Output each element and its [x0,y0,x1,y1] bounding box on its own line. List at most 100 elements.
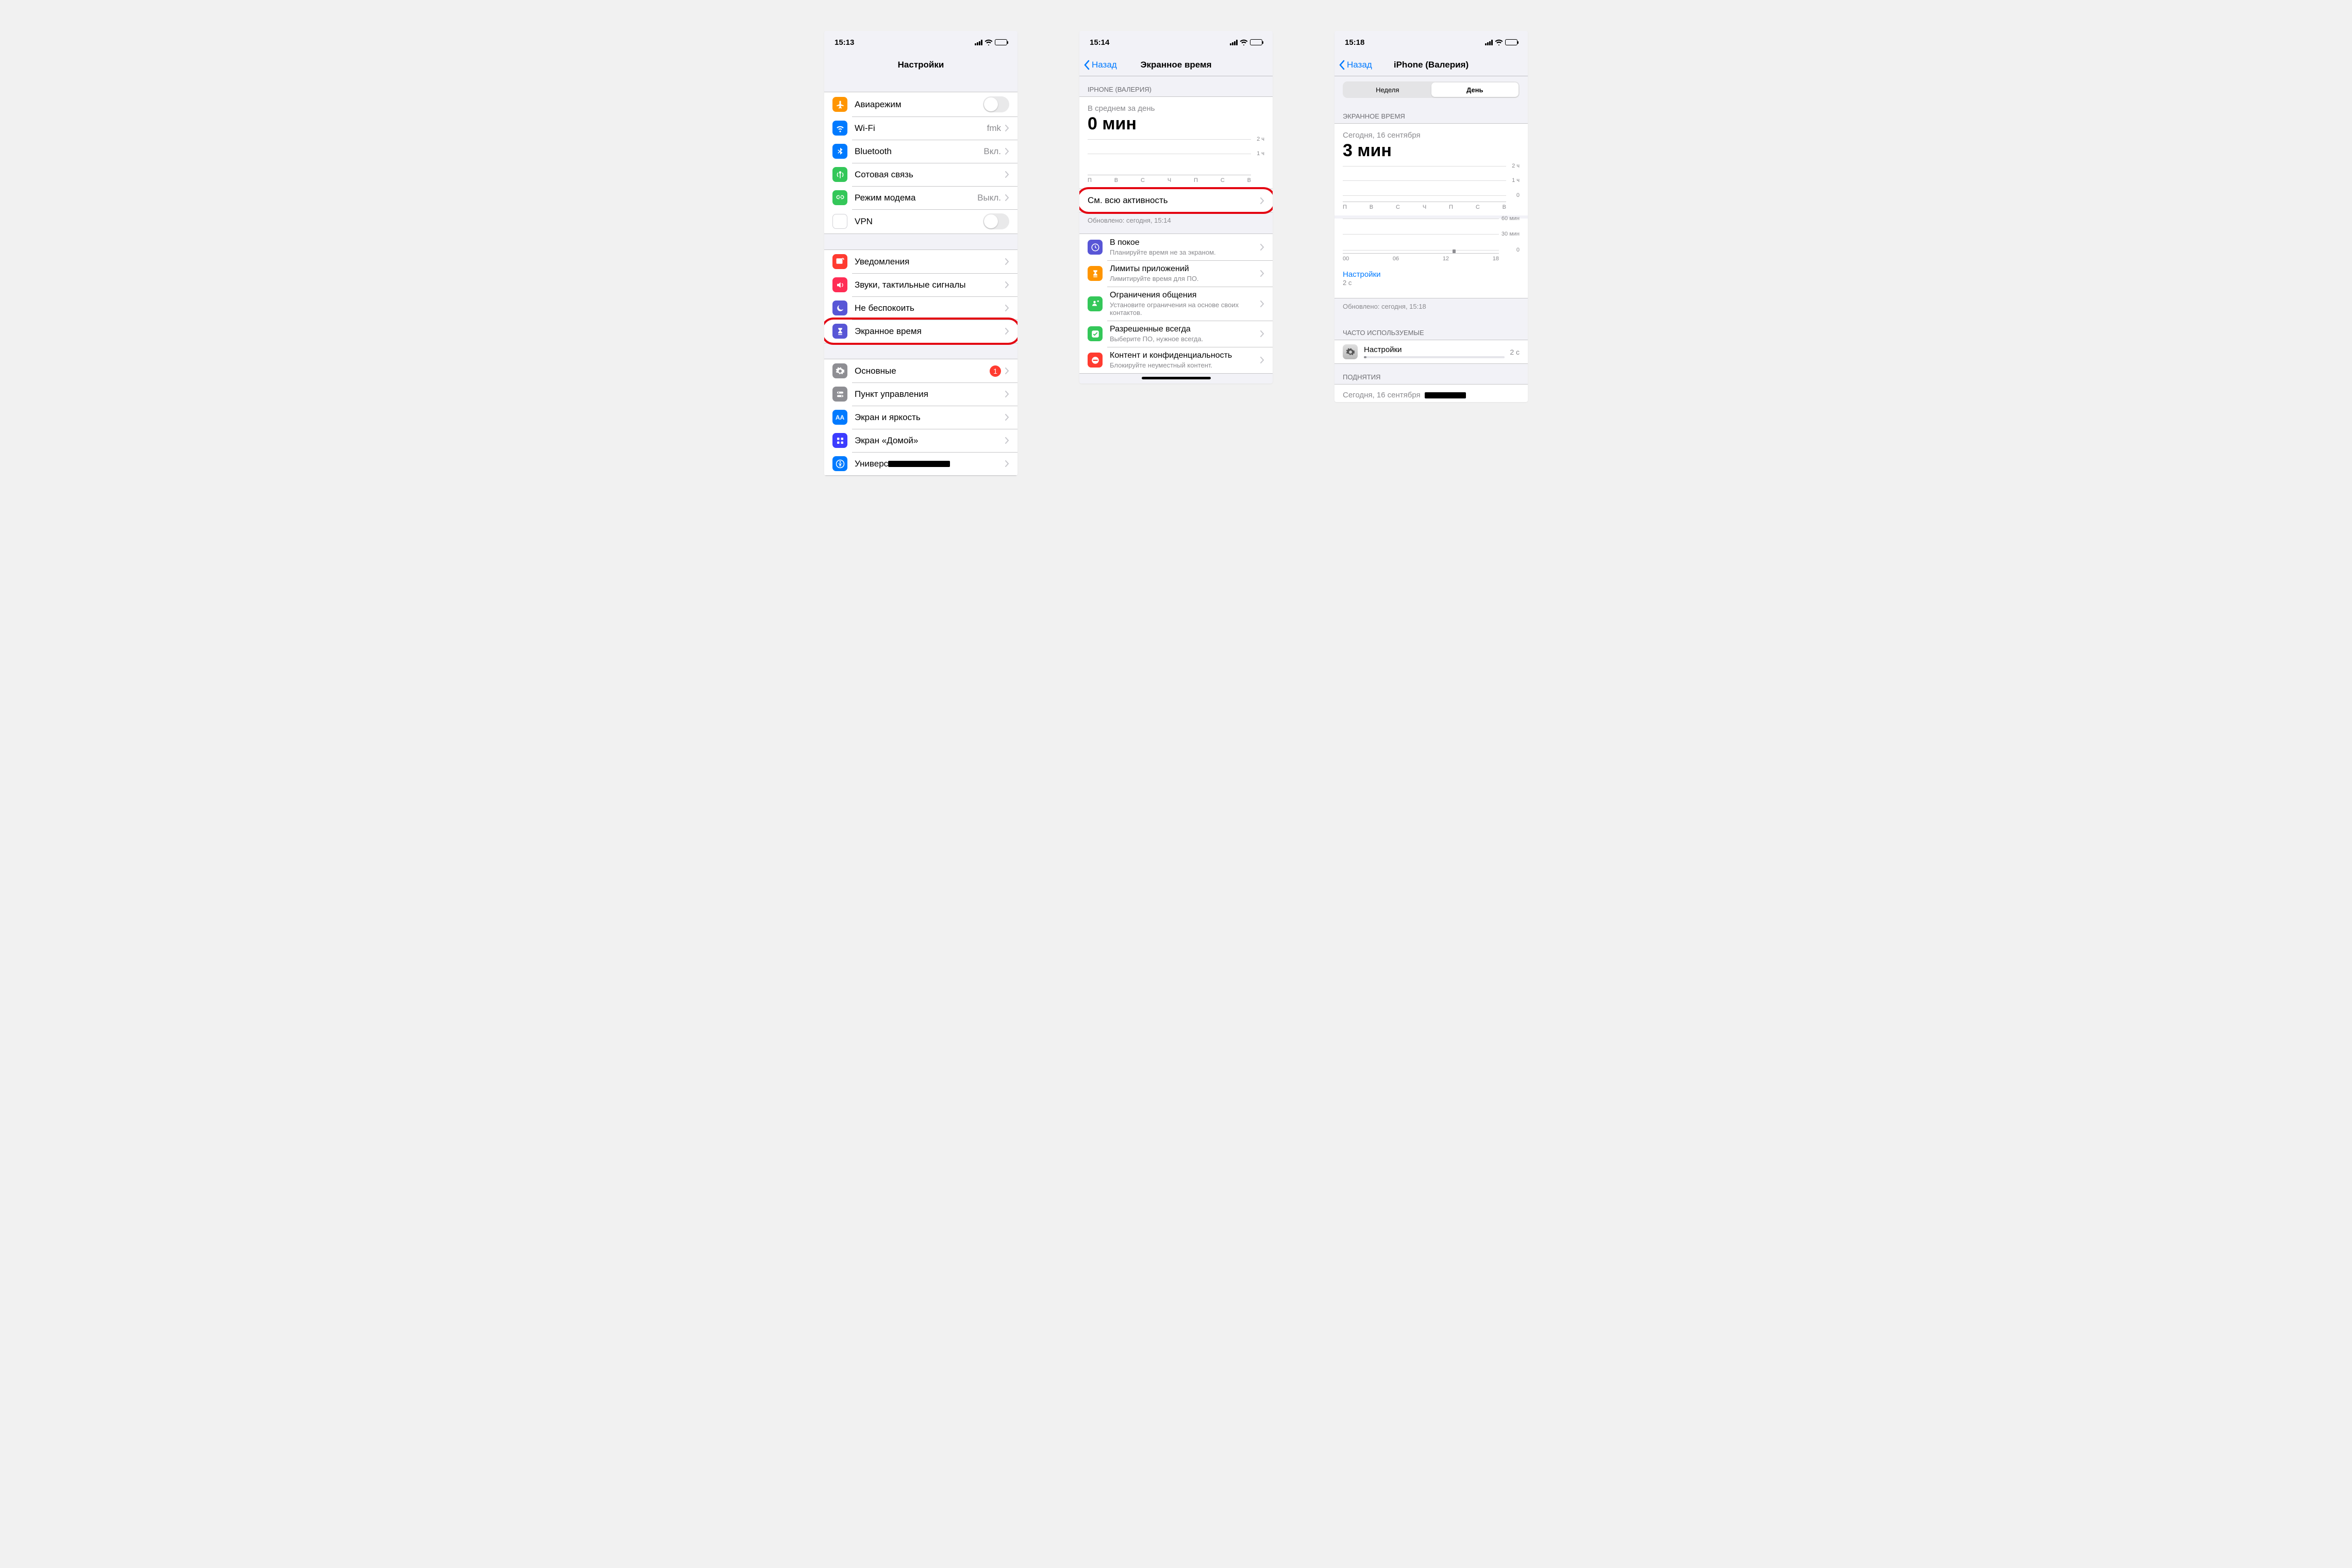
hour-label: 18 [1493,256,1499,262]
notification-badge: 1 [990,365,1001,377]
signal-icon [1485,40,1493,45]
row-label: Экран «Домой» [855,436,1005,446]
segmented-control[interactable]: Неделя День [1343,81,1520,98]
row-downtime[interactable]: В покое Планируйте время не за экраном. [1079,234,1273,260]
airplane-icon [832,97,847,112]
xlabel: П [1449,204,1453,210]
redaction-icon [888,461,950,467]
segment-day[interactable]: День [1431,82,1519,97]
row-sounds[interactable]: Звуки, тактильные сигналы [824,273,1017,296]
chevron-icon [1005,125,1009,131]
row-label: Режим модема [855,193,977,203]
row-detail: Вкл. [983,146,1001,157]
chevron-icon [1005,258,1009,265]
row-control-center[interactable]: Пункт управления [824,382,1017,406]
ylabel: 0 [1516,247,1520,253]
row-communication-limits[interactable]: Ограничения общения Установите ограничен… [1079,287,1273,321]
status-bar: 15:13 [824,31,1017,54]
row-label: Лимиты приложений [1110,264,1260,274]
clock-icon [1088,240,1103,255]
wifi-status-icon [985,39,993,45]
airplane-toggle[interactable] [983,96,1009,112]
vpn-toggle[interactable] [983,213,1009,229]
weekly-chart-detail: 2 ч 1 ч 0 П В С Ч П С В [1343,166,1520,210]
row-detail: Выкл. [977,193,1001,203]
battery-icon [1505,39,1517,45]
hour-label: 12 [1443,256,1449,262]
row-accessibility[interactable]: Универс [824,452,1017,475]
row-most-used-settings[interactable]: Настройки 2 с [1335,340,1528,364]
chevron-icon [1005,194,1009,201]
row-all-activity[interactable]: См. всю активность [1079,189,1273,212]
chevron-icon [1005,305,1009,311]
wifi-icon [832,121,847,136]
row-label: Основные [855,366,990,376]
row-hotspot[interactable]: Режим модема Выкл. [824,186,1017,209]
row-airplane[interactable]: Авиарежим [824,92,1017,116]
page-title: Настройки [898,60,944,70]
battery-icon [1250,39,1262,45]
app-name: Настройки [1364,345,1505,354]
row-screentime[interactable]: Экранное время [824,320,1017,343]
xlabel: П [1088,177,1092,184]
xlabel: В [1503,204,1506,210]
pickups-date-text: Сегодня, 16 сентября [1343,391,1421,399]
xlabel: В [1247,177,1251,184]
chevron-icon [1005,148,1009,155]
home-indicator[interactable] [1142,377,1211,379]
checklist-icon [1088,326,1103,341]
row-label: См. всю активность [1088,195,1260,206]
row-label: Разрешенные всегда [1110,325,1260,334]
chevron-icon [1005,281,1009,288]
row-vpn[interactable]: VPN VPN [824,209,1017,233]
ylabel: 30 мин [1502,231,1520,237]
updated-text: Обновлено: сегодня, 15:14 [1079,212,1273,233]
row-app-limits[interactable]: Лимиты приложений Лимитируйте время для … [1079,260,1273,287]
row-sub: Планируйте время не за экраном. [1110,248,1260,256]
link-icon [832,190,847,205]
status-right [1230,39,1262,45]
status-right [1485,39,1517,45]
back-button[interactable]: Назад [1339,54,1372,76]
today-block: Сегодня, 16 сентября 3 мин 2 ч 1 ч 0 П В… [1335,123,1528,215]
hourly-bar [1453,249,1456,253]
section-header-screentime: ЭКРАННОЕ ВРЕМЯ [1335,103,1528,123]
xlabel: С [1141,177,1145,184]
average-label: В среднем за день [1088,104,1264,113]
status-time: 15:14 [1090,38,1109,47]
row-bluetooth[interactable]: Bluetooth Вкл. [824,140,1017,163]
row-cellular[interactable]: Сотовая связь [824,163,1017,186]
page-title: iPhone (Валерия) [1394,60,1469,70]
category-name[interactable]: Настройки [1343,270,1520,279]
row-notifications[interactable]: Уведомления [824,250,1017,273]
chevron-icon [1260,244,1264,251]
row-general[interactable]: Основные 1 [824,359,1017,382]
row-always-allowed[interactable]: Разрешенные всегда Выберите ПО, нужное в… [1079,321,1273,347]
row-display[interactable]: AA Экран и яркость [824,406,1017,429]
row-sub: Блокируйте неуместный контент. [1110,361,1260,369]
row-label: VPN [855,216,983,227]
row-home-screen[interactable]: Экран «Домой» [824,429,1017,452]
row-detail: fmk [987,123,1001,134]
weekly-chart: 2 ч 1 ч П В С Ч П С В [1088,139,1264,184]
hour-label: 06 [1393,256,1399,262]
wifi-status-icon [1495,39,1503,45]
row-label: Не беспокоить [855,303,1005,313]
ylabel: 1 ч [1257,151,1264,157]
nav-bar: Назад Экранное время [1079,54,1273,76]
xlabel: С [1221,177,1225,184]
hours-axis: 00 06 12 18 [1343,253,1499,266]
hourglass-icon [1088,266,1103,281]
back-button[interactable]: Назад [1083,54,1117,76]
xlabel: В [1370,204,1373,210]
row-wifi[interactable]: Wi-Fi fmk [824,116,1017,140]
redaction-icon [1425,392,1466,398]
segment-week[interactable]: Неделя [1344,82,1431,97]
chevron-icon [1005,391,1009,397]
row-content-privacy[interactable]: Контент и конфиденциальность Блокируйте … [1079,347,1273,373]
updated-text-detail: Обновлено: сегодня, 15:18 [1335,298,1528,320]
row-dnd[interactable]: Не беспокоить [824,296,1017,320]
row-label: Звуки, тактильные сигналы [855,280,1005,290]
xaxis: П В С Ч П С В [1343,202,1506,210]
phone-detail: 15:18 Назад iPhone (Валерия) Неделя День… [1335,31,1528,402]
